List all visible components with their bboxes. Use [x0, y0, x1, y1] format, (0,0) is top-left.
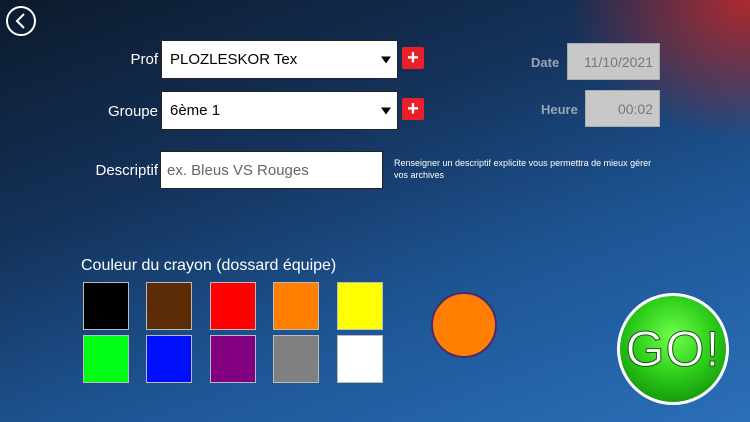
plus-icon: +	[407, 47, 419, 69]
color-swatch-gray[interactable]	[273, 335, 319, 383]
prof-label: Prof	[130, 51, 158, 68]
date-value: 11/10/2021	[583, 53, 653, 70]
chevron-down-icon	[381, 56, 391, 63]
color-swatch-black[interactable]	[83, 282, 129, 330]
descriptif-input[interactable]: ex. Bleus VS Rouges	[160, 151, 383, 189]
plus-icon: +	[407, 98, 419, 120]
prof-select[interactable]: PLOZLESKOR Tex	[161, 40, 398, 79]
go-button[interactable]: GO!	[617, 293, 729, 405]
color-swatch-red[interactable]	[210, 282, 256, 330]
go-button-label: GO!	[625, 321, 721, 378]
selected-color-preview	[431, 292, 497, 358]
color-swatch-brown[interactable]	[146, 282, 192, 330]
color-swatch-yellow[interactable]	[337, 282, 383, 330]
back-button[interactable]	[6, 6, 36, 36]
chevron-down-icon	[381, 107, 391, 114]
add-groupe-button[interactable]: +	[402, 98, 424, 120]
chevron-left-icon	[15, 13, 25, 29]
groupe-select-value: 6ème 1	[170, 102, 221, 119]
color-section-title: Couleur du crayon (dossard équipe)	[81, 257, 337, 274]
date-field: 11/10/2021	[567, 43, 660, 80]
color-swatch-orange[interactable]	[273, 282, 319, 330]
groupe-label: Groupe	[107, 103, 158, 120]
heure-value: 00:02	[617, 100, 653, 117]
color-swatch-green[interactable]	[83, 335, 129, 383]
add-prof-button[interactable]: +	[402, 47, 424, 69]
color-swatch-white[interactable]	[337, 335, 383, 383]
prof-select-value: PLOZLESKOR Tex	[170, 51, 298, 68]
descriptif-label: Descriptif	[95, 162, 158, 179]
heure-field: 00:02	[585, 90, 660, 127]
heure-label: Heure	[541, 102, 578, 117]
groupe-select[interactable]: 6ème 1	[161, 91, 398, 130]
descriptif-placeholder: ex. Bleus VS Rouges	[167, 161, 309, 179]
descriptif-hint: Renseigner un descriptif explicite vous …	[394, 158, 652, 180]
color-swatch-blue[interactable]	[146, 335, 192, 383]
date-label: Date	[531, 55, 560, 70]
color-swatch-purple[interactable]	[210, 335, 256, 383]
